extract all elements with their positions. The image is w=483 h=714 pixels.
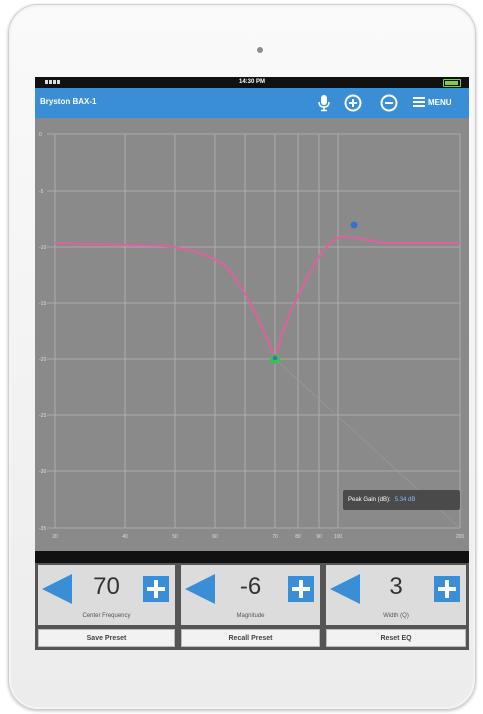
y-tick-label: -15 bbox=[39, 301, 46, 307]
decrease-magnitude-button[interactable] bbox=[185, 574, 215, 604]
increase-frequency-button[interactable] bbox=[143, 576, 169, 602]
reset-eq-button[interactable]: Reset EQ bbox=[326, 629, 466, 647]
x-tick-label: 100 bbox=[334, 534, 343, 540]
magnitude-value: -6 bbox=[239, 573, 262, 600]
y-tick-label: -5 bbox=[39, 189, 44, 195]
magnitude-label: Magnitude bbox=[236, 613, 265, 619]
status-time: 14:30 PM bbox=[238, 79, 265, 85]
microphone-icon[interactable] bbox=[316, 94, 332, 112]
app-header: Bryston BAX-1 MENU bbox=[35, 88, 469, 118]
x-tick-label: 20 bbox=[52, 534, 58, 540]
center-frequency-label: Center Frequency bbox=[82, 613, 131, 619]
x-tick-label: 60 bbox=[212, 534, 218, 540]
center-frequency-control: 70 Center Frequency bbox=[38, 565, 175, 625]
decrease-width-button[interactable] bbox=[330, 574, 360, 604]
x-tick-label: 80 bbox=[295, 534, 301, 540]
magnitude-control: -6 Magnitude bbox=[181, 565, 320, 625]
eq-band-handle-center bbox=[272, 355, 278, 361]
eq-curve bbox=[54, 234, 460, 363]
graph-grid bbox=[47, 133, 461, 529]
y-tick-label: 0 bbox=[39, 132, 42, 138]
app-title: Bryston BAX-1 bbox=[40, 97, 97, 106]
y-tick-label: -25 bbox=[39, 413, 46, 419]
width-q-label: Width (Q) bbox=[383, 613, 409, 619]
increase-width-button[interactable] bbox=[434, 576, 460, 602]
recall-preset-button[interactable]: Recall Preset bbox=[181, 629, 320, 647]
y-tick-label: -10 bbox=[39, 245, 46, 251]
battery-icon bbox=[443, 79, 461, 87]
x-tick-label: 70 bbox=[272, 534, 278, 540]
hamburger-icon bbox=[413, 97, 425, 107]
width-q-value: 3 bbox=[389, 573, 403, 600]
camera-icon bbox=[257, 47, 263, 53]
preset-bar: Save Preset Recall Preset Reset EQ bbox=[35, 627, 469, 650]
menu-button[interactable]: MENU bbox=[413, 97, 452, 107]
center-frequency-value: 70 bbox=[93, 573, 120, 600]
width-q-control: 3 Width (Q) bbox=[326, 565, 466, 625]
x-tick-label: 90 bbox=[316, 534, 322, 540]
minus-circle-icon[interactable] bbox=[380, 94, 398, 117]
x-tick-label: 200 bbox=[456, 534, 465, 540]
x-tick-label: 50 bbox=[172, 534, 178, 540]
peak-gain-value: 5.34 dB bbox=[394, 497, 416, 503]
increase-magnitude-button[interactable] bbox=[288, 576, 314, 602]
app-screen: 14:30 PM Bryston BAX-1 MENU 0 -5 -10 -15… bbox=[35, 77, 469, 650]
status-bar: 14:30 PM bbox=[35, 77, 469, 88]
eq-graph[interactable]: 0 -5 -10 -15 -20 -25 -30 -35 20 40 50 60… bbox=[35, 118, 469, 551]
peak-gain-readout: Peak Gain (dB): 5.34 dB bbox=[343, 490, 460, 510]
x-axis-labels: 20 40 50 60 70 80 90 100 200 bbox=[52, 534, 464, 540]
peak-gain-label: Peak Gain (dB): bbox=[348, 497, 391, 503]
save-preset-button[interactable]: Save Preset bbox=[38, 629, 175, 647]
x-tick-label: 40 bbox=[122, 534, 128, 540]
y-axis-labels: 0 -5 -10 -15 -20 -25 -30 -35 bbox=[39, 132, 46, 532]
eq-peak-handle[interactable] bbox=[350, 221, 358, 229]
y-tick-label: -35 bbox=[39, 526, 46, 532]
eq-graph-canvas: 0 -5 -10 -15 -20 -25 -30 -35 20 40 50 60… bbox=[39, 132, 464, 540]
menu-label: MENU bbox=[428, 97, 452, 107]
y-tick-label: -30 bbox=[39, 469, 46, 475]
decrease-frequency-button[interactable] bbox=[42, 574, 72, 604]
divider bbox=[35, 551, 469, 563]
plus-circle-icon[interactable] bbox=[344, 94, 362, 117]
eq-controls: 70 Center Frequency -6 Magnitude 3 Width… bbox=[35, 563, 469, 627]
y-tick-label: -20 bbox=[39, 357, 46, 363]
